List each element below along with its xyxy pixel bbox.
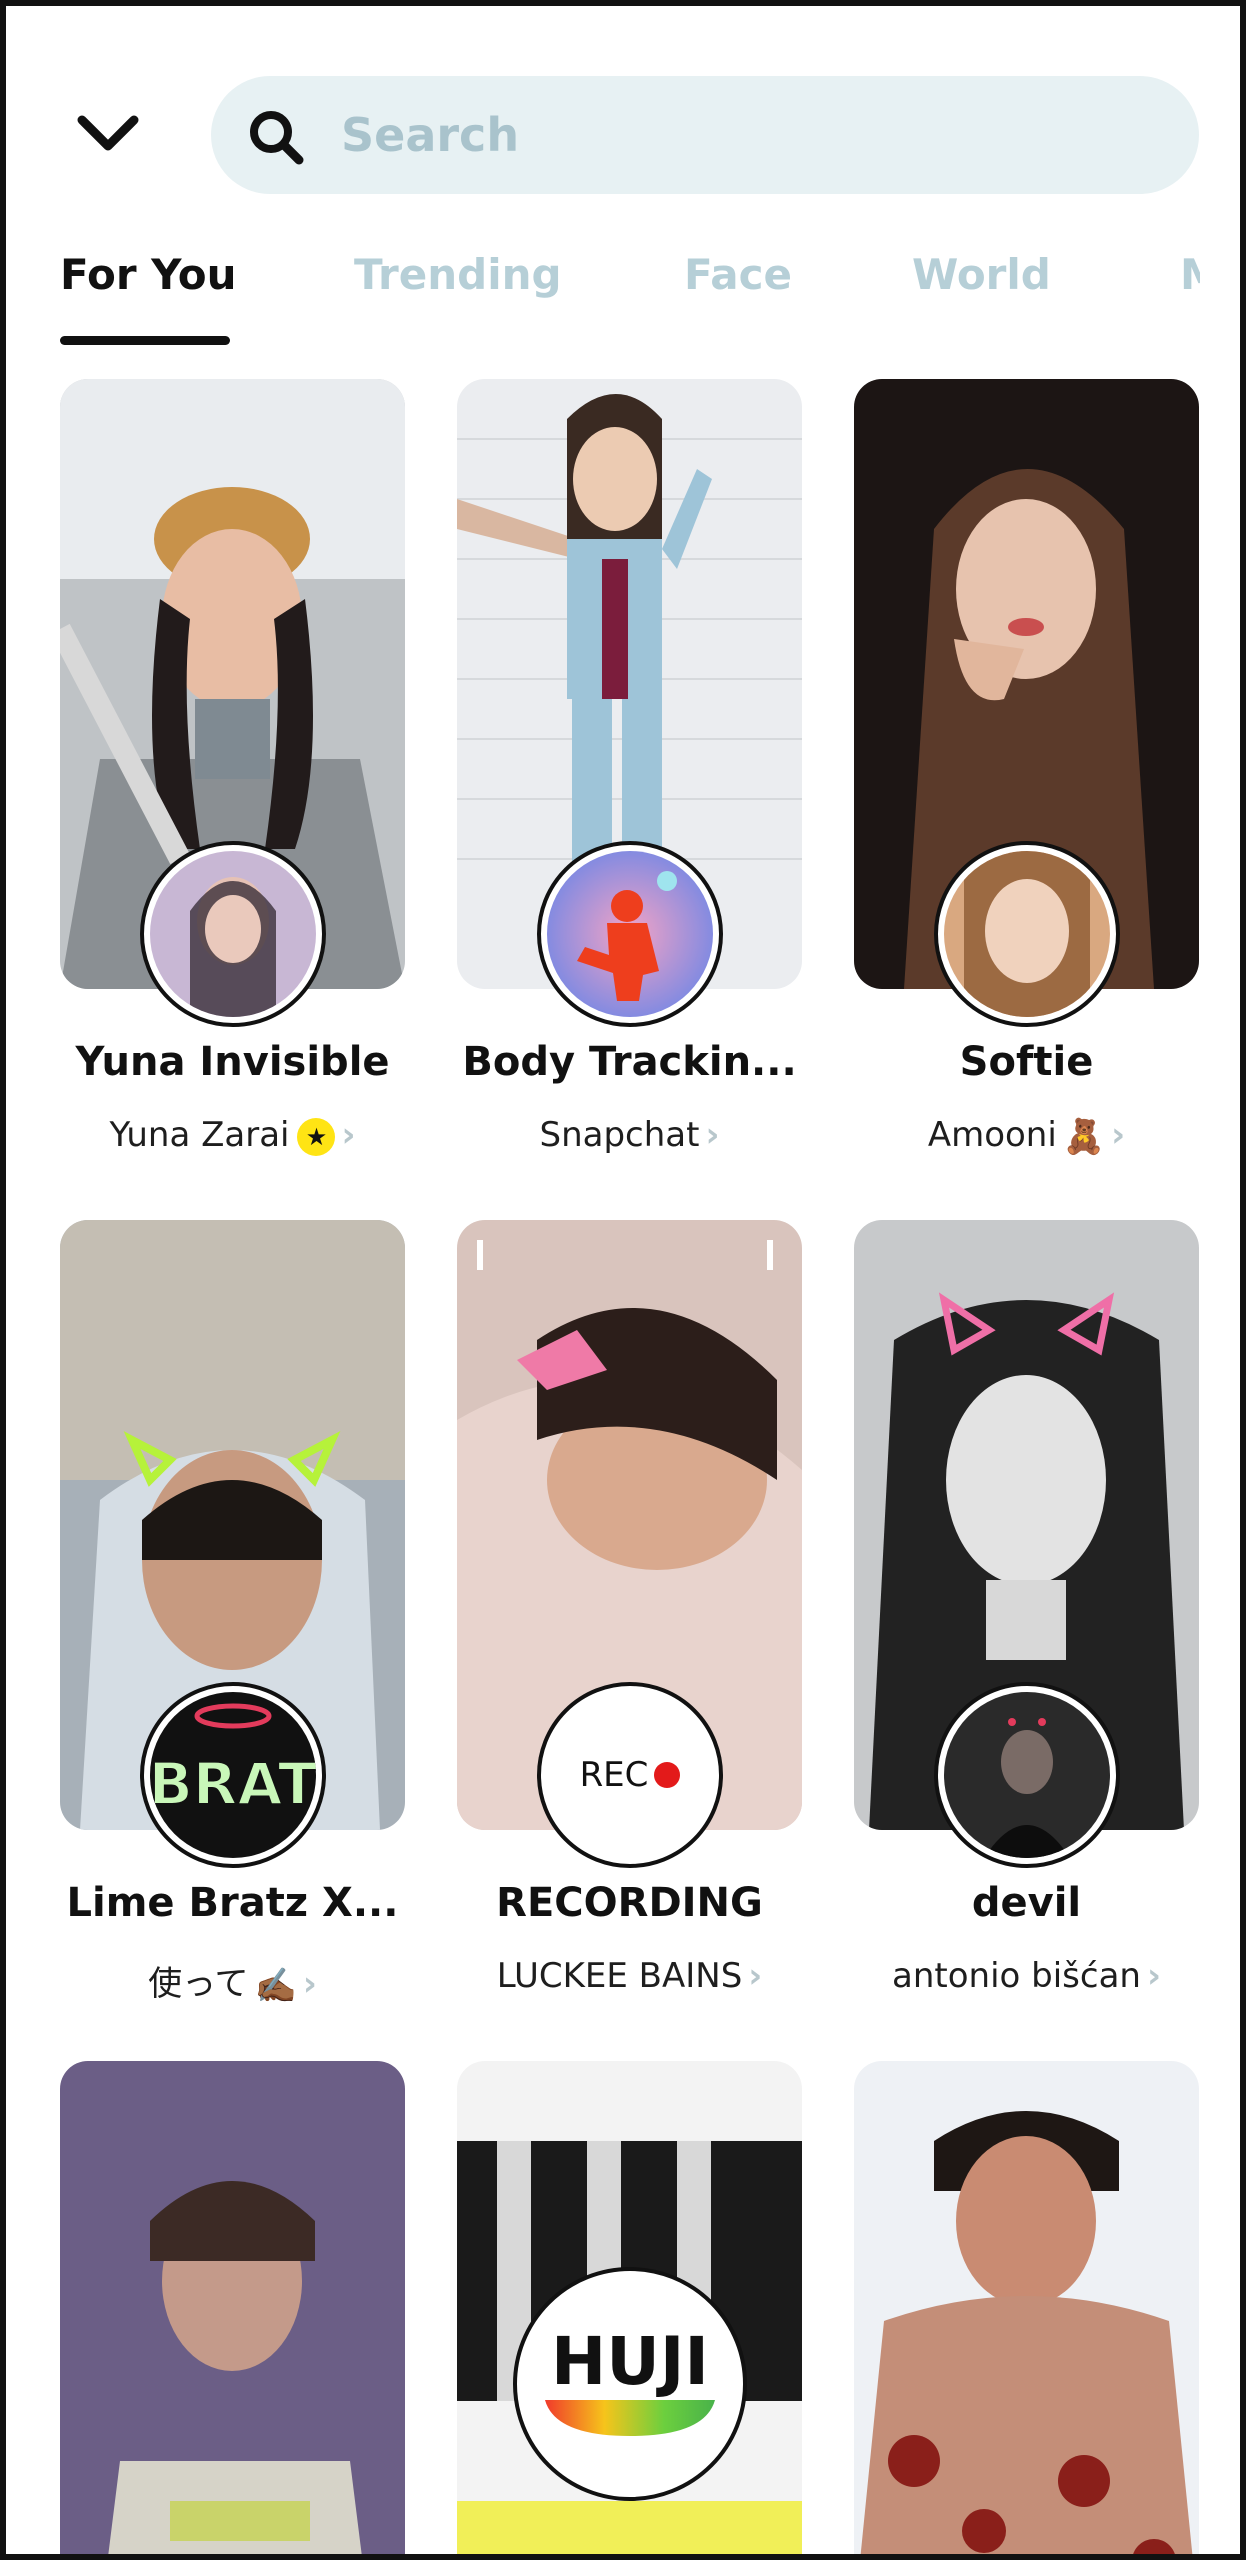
search-icon xyxy=(250,111,304,165)
chevron-right-icon: › xyxy=(705,1115,720,1155)
rec-label: REC xyxy=(579,1755,649,1795)
chevron-right-icon: › xyxy=(1111,1115,1126,1155)
lens-creator[interactable]: Snapchat › xyxy=(437,1115,822,1155)
color-gradient-bar xyxy=(545,2399,715,2436)
category-tabs: For You Trending Face World M xyxy=(60,236,1200,346)
svg-text:BRAT: BRAT xyxy=(150,1750,316,1818)
lens-preview-image xyxy=(854,2061,1199,2554)
creator-name: LUCKEE BAINS xyxy=(496,1956,743,1996)
lens-title: devil xyxy=(971,1880,1082,1926)
creator-name: Yuna Zarai xyxy=(109,1115,290,1155)
chevron-right-icon: › xyxy=(341,1115,356,1155)
record-dot-icon xyxy=(654,1762,681,1788)
lens-creator[interactable]: Yuna Zarai ★ › xyxy=(40,1115,425,1156)
lens-creator[interactable]: antonio bišćan › xyxy=(834,1956,1219,1996)
creator-name: Amooni xyxy=(927,1115,1057,1155)
creator-avatar xyxy=(140,841,326,1027)
search-input[interactable] xyxy=(341,76,1161,194)
active-tab-indicator xyxy=(60,336,230,345)
lens-creator[interactable]: Amooni 🧸 › xyxy=(834,1115,1219,1157)
chevron-down-icon xyxy=(77,115,139,151)
tab-face[interactable]: Face xyxy=(684,250,792,299)
creator-name: 使って xyxy=(148,1964,249,2004)
creator-avatar: HUJI xyxy=(513,2267,747,2501)
tab-trending[interactable]: Trending xyxy=(354,250,562,299)
tab-for-you[interactable]: For You xyxy=(60,250,237,299)
star-badge-icon: ★ xyxy=(297,1117,336,1156)
creator-avatar: BRAT xyxy=(140,1682,326,1868)
rec-indicator: REC xyxy=(580,1755,681,1795)
creator-name: Snapchat xyxy=(539,1115,700,1155)
lens-creator[interactable]: 使って ✍🏾 › xyxy=(40,1956,425,2006)
lens-title: Body Trackin... xyxy=(462,1039,797,1085)
chevron-right-icon: › xyxy=(302,1964,317,2004)
lens-title: Lime Bratz X... xyxy=(66,1880,399,1926)
teddy-bear-icon: 🧸 xyxy=(1062,1116,1106,1157)
lens-preview-image xyxy=(60,2061,405,2554)
chevron-right-icon: › xyxy=(1146,1956,1161,1996)
chevron-right-icon: › xyxy=(748,1956,763,1996)
creator-name: antonio bišćan xyxy=(892,1956,1141,1996)
lens-title: RECORDING xyxy=(496,1880,763,1926)
lens-title: Yuna Invisible xyxy=(75,1039,390,1085)
creator-avatar xyxy=(537,841,723,1027)
creator-avatar: REC xyxy=(537,1682,723,1868)
collapse-button[interactable] xyxy=(68,98,148,170)
lens-title: Softie xyxy=(959,1039,1094,1085)
lens-creator[interactable]: LUCKEE BAINS › xyxy=(437,1956,822,1996)
tab-more[interactable]: M xyxy=(1180,250,1200,299)
lens-explorer-screen: For You Trending Face World M xyxy=(0,0,1246,2560)
search-bar[interactable] xyxy=(211,76,1199,194)
tab-world[interactable]: World xyxy=(912,250,1051,299)
huji-logo: HUJI xyxy=(551,2322,709,2400)
writing-hand-icon: ✍🏾 xyxy=(254,1965,297,2006)
creator-avatar xyxy=(934,841,1120,1027)
creator-avatar xyxy=(934,1682,1120,1868)
